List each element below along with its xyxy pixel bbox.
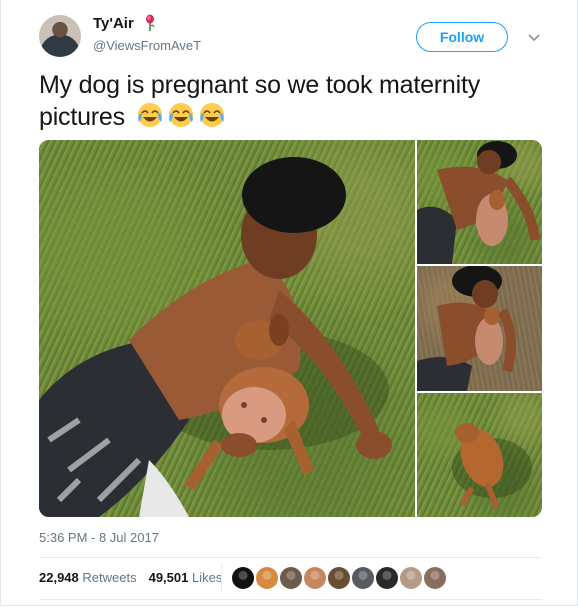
author-handle[interactable]: @ViewsFromAveT	[93, 38, 201, 53]
photo-2-illustration	[417, 141, 540, 264]
photo-main[interactable]	[39, 140, 415, 517]
liker-avatar[interactable]	[232, 567, 254, 589]
retweets-stat[interactable]: 22,948 Retweets	[39, 570, 137, 585]
photo-3-illustration	[417, 266, 516, 391]
rose-icon	[146, 14, 155, 31]
likes-stat[interactable]: 49,501 Likes	[149, 570, 223, 585]
liker-avatar[interactable]	[400, 567, 422, 589]
joy-emoji-icon	[137, 103, 162, 127]
avatar[interactable]	[39, 15, 81, 57]
media-grid	[39, 140, 542, 517]
photo-main-illustration	[39, 157, 392, 517]
chevron-down-icon[interactable]	[527, 30, 541, 44]
tweet-body: My dog is pregnant so we took maternity …	[39, 71, 481, 131]
retweets-count: 22,948	[39, 570, 79, 585]
liker-avatar[interactable]	[352, 567, 374, 589]
author-name[interactable]: Ty'Air	[93, 15, 134, 32]
tweet-text: My dog is pregnant so we took maternity …	[39, 70, 539, 133]
divider	[39, 557, 542, 558]
tweet-card: Ty'Air @ViewsFromAveT Follow My dog is p…	[0, 0, 578, 606]
follow-button[interactable]: Follow	[416, 22, 508, 52]
photo-4[interactable]	[417, 393, 542, 517]
liker-avatar[interactable]	[328, 567, 350, 589]
liker-avatar[interactable]	[424, 567, 446, 589]
liker-avatar[interactable]	[280, 567, 302, 589]
engagement-stats: 22,948 Retweets 49,501 Likes	[39, 570, 222, 585]
tweet-timestamp[interactable]: 5:36 PM - 8 Jul 2017	[39, 530, 159, 545]
divider	[39, 599, 542, 600]
liker-avatar[interactable]	[256, 567, 278, 589]
joy-emoji-icon	[168, 103, 193, 127]
likes-label: Likes	[191, 570, 223, 585]
liker-avatar[interactable]	[376, 567, 398, 589]
stats-divider	[221, 563, 222, 593]
emoji-row	[136, 101, 226, 129]
photo-2[interactable]	[417, 140, 542, 264]
retweets-label: Retweets	[82, 570, 137, 585]
photo-3[interactable]	[417, 266, 542, 391]
likes-count: 49,501	[148, 570, 189, 585]
joy-emoji-icon	[199, 103, 224, 127]
photo-4-illustration	[452, 423, 532, 510]
liker-avatar[interactable]	[304, 567, 326, 589]
liker-avatars	[232, 567, 446, 589]
